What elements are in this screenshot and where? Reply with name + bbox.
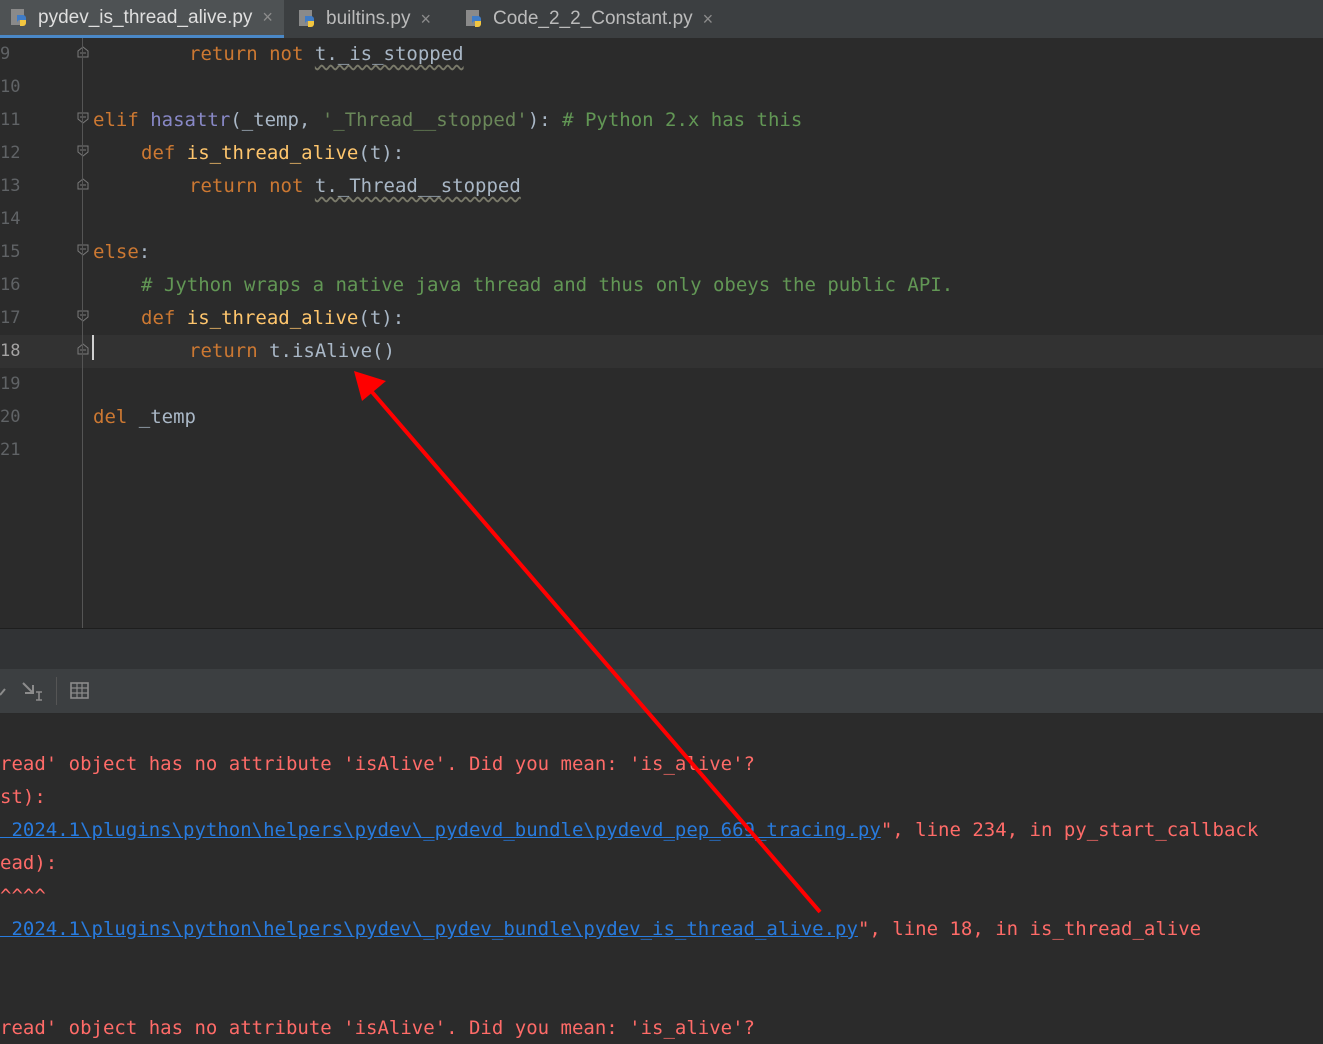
string-literal: '_Thread__stopped' <box>321 109 528 131</box>
editor-tab-bar: pydev_is_thread_alive.py × builtins.py ×… <box>0 0 1323 39</box>
tab-pydev-is-thread-alive[interactable]: pydev_is_thread_alive.py × <box>0 0 284 38</box>
code-text: (t): <box>358 142 405 164</box>
panel-splitter[interactable] <box>0 628 1323 669</box>
code-line[interactable]: 20 del _temp <box>0 401 1323 434</box>
line-number: 15 <box>0 242 21 262</box>
table-view-icon[interactable] <box>70 682 90 700</box>
code-line[interactable]: 14 <box>0 203 1323 236</box>
console-line: ^^^^ <box>0 885 46 907</box>
code-comment: # Python 2.x has this <box>562 109 803 131</box>
fold-end-icon[interactable] <box>77 178 89 190</box>
console-output[interactable]: read' object has no attribute 'isAlive'.… <box>0 714 1323 1044</box>
code-line[interactable]: 13 return not t._Thread__stopped <box>0 170 1323 203</box>
python-file-icon <box>299 10 314 27</box>
fold-end-icon[interactable] <box>77 46 89 58</box>
keyword: elif <box>93 109 139 131</box>
fold-start-icon[interactable] <box>77 145 89 157</box>
code-line[interactable]: 19 <box>0 368 1323 401</box>
fold-start-icon[interactable] <box>77 310 89 322</box>
console-line: 2024.1\plugins\python\helpers\pydev\_pyd… <box>0 913 1201 946</box>
line-number: 19 <box>0 374 21 394</box>
code-line[interactable]: 9 return not t._is_stopped <box>0 38 1323 71</box>
code-expression: t.isAlive() <box>269 340 395 362</box>
code-line[interactable]: 17 def is_thread_alive(t): <box>0 302 1323 335</box>
code-line[interactable]: 12 def is_thread_alive(t): <box>0 137 1323 170</box>
console-line: st): <box>0 786 46 808</box>
line-number: 14 <box>0 209 21 229</box>
function-name: is_thread_alive <box>186 142 359 164</box>
close-icon[interactable]: × <box>262 7 273 28</box>
code-line[interactable]: 11 elif hasattr(_temp, '_Thread__stopped… <box>0 104 1323 137</box>
tab-label: Code_2_2_Constant.py <box>493 8 693 29</box>
line-number: 16 <box>0 275 21 295</box>
close-icon[interactable]: × <box>703 9 714 30</box>
close-icon[interactable]: × <box>421 9 432 30</box>
keyword: def <box>141 307 176 329</box>
code-text: ): <box>527 109 551 131</box>
keyword: else <box>93 241 139 263</box>
code-text: : <box>138 241 151 263</box>
code-line[interactable]: 15 else: <box>0 236 1323 269</box>
tab-label: builtins.py <box>326 8 411 29</box>
keyword: del <box>93 406 128 428</box>
run-toolbar <box>0 669 1323 714</box>
line-number: 21 <box>0 440 21 460</box>
line-number: 9 <box>0 44 11 64</box>
line-number: 12 <box>0 143 21 163</box>
code-comment: # Jython wraps a native java thread and … <box>141 274 954 296</box>
fold-start-icon[interactable] <box>77 244 89 256</box>
code-line[interactable]: 10 <box>0 71 1323 104</box>
console-text: ", line 18, in is_thread_alive <box>857 918 1202 940</box>
keyword: not <box>269 175 304 197</box>
fold-start-icon[interactable] <box>77 112 89 124</box>
console-line: ead): <box>0 852 58 874</box>
console-line: read' object has no attribute 'isAlive'.… <box>0 1017 755 1039</box>
code-text: (t): <box>358 307 405 329</box>
partial-toolbar-icon[interactable] <box>0 681 8 701</box>
variable-name: _temp <box>138 406 196 428</box>
text-caret <box>92 335 94 360</box>
console-text: ", line 234, in py_start_callback <box>880 819 1259 841</box>
file-path-link[interactable]: 2024.1\plugins\python\helpers\pydev\_pyd… <box>0 918 858 940</box>
fold-end-icon[interactable] <box>77 343 89 355</box>
code-line-current[interactable]: 18 return t.isAlive() <box>0 335 1323 368</box>
keyword: return <box>189 340 258 362</box>
function-name: is_thread_alive <box>186 307 359 329</box>
keyword: return <box>189 175 258 197</box>
keyword: not <box>269 43 304 65</box>
line-number: 10 <box>0 77 21 97</box>
builtin-name: hasattr <box>150 109 231 131</box>
code-text: (_temp, <box>230 109 322 131</box>
code-line[interactable]: 21 <box>0 434 1323 467</box>
gutter-divider <box>82 38 83 628</box>
console-line: read' object has no attribute 'isAlive'.… <box>0 753 755 775</box>
toolbar-divider <box>56 677 57 705</box>
code-expression: t._Thread__stopped <box>314 175 521 197</box>
line-number: 13 <box>0 176 21 196</box>
python-file-icon <box>466 10 481 27</box>
file-path-link[interactable]: 2024.1\plugins\python\helpers\pydev\_pyd… <box>0 819 880 841</box>
python-file-icon <box>11 8 26 26</box>
code-expression: t._is_stopped <box>314 43 464 65</box>
code-line[interactable]: 16 # Jython wraps a native java thread a… <box>0 269 1323 302</box>
scroll-to-end-icon[interactable] <box>20 680 44 702</box>
line-number: 11 <box>0 110 21 130</box>
keyword: return <box>189 43 258 65</box>
tab-builtins[interactable]: builtins.py × <box>288 0 448 38</box>
tab-code-2-2-constant[interactable]: Code_2_2_Constant.py × <box>455 0 723 38</box>
keyword: def <box>141 142 176 164</box>
line-number: 17 <box>0 308 21 328</box>
line-number: 20 <box>0 407 21 427</box>
line-number: 18 <box>0 341 21 361</box>
code-editor[interactable]: 9 return not t._is_stopped 10 11 elif ha… <box>0 38 1323 628</box>
tab-label: pydev_is_thread_alive.py <box>38 6 253 28</box>
console-line: 2024.1\plugins\python\helpers\pydev\_pyd… <box>0 814 1258 847</box>
